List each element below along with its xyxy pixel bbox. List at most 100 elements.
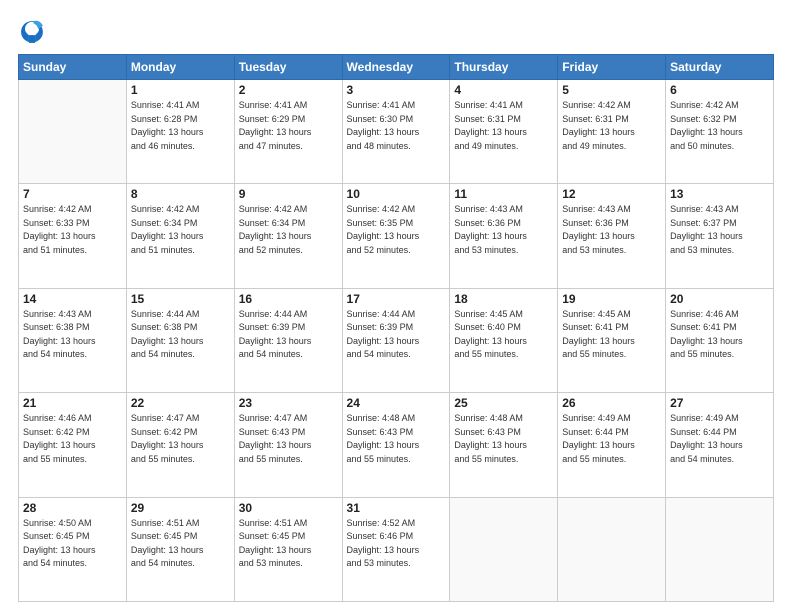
day-number: 8 — [131, 187, 230, 201]
day-number: 18 — [454, 292, 553, 306]
day-info: Sunrise: 4:46 AMSunset: 6:41 PMDaylight:… — [670, 308, 769, 362]
daylight-label: Daylight: 13 hours — [562, 231, 635, 241]
daylight-label: Daylight: 13 hours — [239, 545, 312, 555]
daylight-label: Daylight: 13 hours — [131, 545, 204, 555]
day-info: Sunrise: 4:41 AMSunset: 6:28 PMDaylight:… — [131, 99, 230, 153]
calendar-cell: 31Sunrise: 4:52 AMSunset: 6:46 PMDayligh… — [342, 497, 450, 601]
sunrise-label: Sunrise: 4:41 AM — [131, 100, 200, 110]
daylight-label: Daylight: 13 hours — [347, 440, 420, 450]
day-info: Sunrise: 4:43 AMSunset: 6:38 PMDaylight:… — [23, 308, 122, 362]
daylight-label: Daylight: 13 hours — [562, 440, 635, 450]
calendar-cell: 29Sunrise: 4:51 AMSunset: 6:45 PMDayligh… — [126, 497, 234, 601]
day-number: 9 — [239, 187, 338, 201]
calendar-cell: 20Sunrise: 4:46 AMSunset: 6:41 PMDayligh… — [666, 288, 774, 392]
sunrise-label: Sunrise: 4:52 AM — [347, 518, 416, 528]
day-number: 28 — [23, 501, 122, 515]
sunset-label: Sunset: 6:28 PM — [131, 114, 198, 124]
day-info: Sunrise: 4:44 AMSunset: 6:39 PMDaylight:… — [347, 308, 446, 362]
daylight-label: Daylight: 13 hours — [454, 336, 527, 346]
day-header-monday: Monday — [126, 55, 234, 80]
daylight-minutes: and 50 minutes. — [670, 141, 734, 151]
sunset-label: Sunset: 6:42 PM — [131, 427, 198, 437]
daylight-minutes: and 55 minutes. — [239, 454, 303, 464]
sunset-label: Sunset: 6:31 PM — [562, 114, 629, 124]
daylight-minutes: and 54 minutes. — [131, 558, 195, 568]
daylight-minutes: and 54 minutes. — [23, 558, 87, 568]
page: SundayMondayTuesdayWednesdayThursdayFrid… — [0, 0, 792, 612]
day-number: 24 — [347, 396, 446, 410]
calendar-cell: 5Sunrise: 4:42 AMSunset: 6:31 PMDaylight… — [558, 80, 666, 184]
calendar-cell — [450, 497, 558, 601]
calendar-cell: 26Sunrise: 4:49 AMSunset: 6:44 PMDayligh… — [558, 393, 666, 497]
calendar-cell: 16Sunrise: 4:44 AMSunset: 6:39 PMDayligh… — [234, 288, 342, 392]
day-header-thursday: Thursday — [450, 55, 558, 80]
sunrise-label: Sunrise: 4:45 AM — [454, 309, 523, 319]
daylight-label: Daylight: 13 hours — [562, 336, 635, 346]
day-number: 3 — [347, 83, 446, 97]
sunset-label: Sunset: 6:33 PM — [23, 218, 90, 228]
sunset-label: Sunset: 6:41 PM — [670, 322, 737, 332]
sunset-label: Sunset: 6:30 PM — [347, 114, 414, 124]
sunrise-label: Sunrise: 4:51 AM — [239, 518, 308, 528]
daylight-minutes: and 53 minutes. — [670, 245, 734, 255]
daylight-minutes: and 54 minutes. — [347, 349, 411, 359]
day-info: Sunrise: 4:48 AMSunset: 6:43 PMDaylight:… — [347, 412, 446, 466]
calendar-week-4: 21 Sunrise: 4:46 AMSunset: 6:42 PMDayligh… — [19, 393, 774, 497]
daylight-label: Daylight: 13 hours — [23, 231, 96, 241]
calendar-cell: 7Sunrise: 4:42 AMSunset: 6:33 PMDaylight… — [19, 184, 127, 288]
daylight-label: Daylight: 13 hours — [562, 127, 635, 137]
calendar-cell: 30Sunrise: 4:51 AMSunset: 6:45 PMDayligh… — [234, 497, 342, 601]
day-number: 22 — [131, 396, 230, 410]
calendar-cell: 13Sunrise: 4:43 AMSunset: 6:37 PMDayligh… — [666, 184, 774, 288]
day-info: Sunrise: 4:46 AMSunset: 6:42 PMDaylight:… — [23, 412, 122, 466]
daylight-minutes: and 53 minutes. — [454, 245, 518, 255]
sunrise-label: Sunrise: 4:47 AM — [131, 413, 200, 423]
calendar-cell: 25Sunrise: 4:48 AMSunset: 6:43 PMDayligh… — [450, 393, 558, 497]
day-number: 10 — [347, 187, 446, 201]
sunrise-label: Sunrise: 4:51 AM — [131, 518, 200, 528]
calendar-cell — [19, 80, 127, 184]
daylight-label: Daylight: 13 hours — [670, 231, 743, 241]
daylight-label: Daylight: 13 hours — [454, 127, 527, 137]
daylight-minutes: and 54 minutes. — [239, 349, 303, 359]
sunset-label: Sunset: 6:34 PM — [131, 218, 198, 228]
daylight-minutes: and 53 minutes. — [347, 558, 411, 568]
calendar-week-2: 7Sunrise: 4:42 AMSunset: 6:33 PMDaylight… — [19, 184, 774, 288]
daylight-minutes: and 55 minutes. — [562, 349, 626, 359]
day-info: Sunrise: 4:44 AMSunset: 6:39 PMDaylight:… — [239, 308, 338, 362]
daylight-minutes: and 55 minutes. — [131, 454, 195, 464]
day-info: Sunrise: 4:47 AMSunset: 6:42 PMDaylight:… — [131, 412, 230, 466]
sunset-label: Sunset: 6:38 PM — [131, 322, 198, 332]
daylight-minutes: and 51 minutes. — [23, 245, 87, 255]
calendar-cell — [666, 497, 774, 601]
daylight-minutes: and 48 minutes. — [347, 141, 411, 151]
sunrise-label: Sunrise: 4:44 AM — [347, 309, 416, 319]
sunrise-label: Sunrise: 4:43 AM — [670, 204, 739, 214]
day-info: Sunrise: 4:42 AMSunset: 6:34 PMDaylight:… — [131, 203, 230, 257]
day-number: 2 — [239, 83, 338, 97]
daylight-minutes: and 55 minutes. — [454, 349, 518, 359]
calendar-cell: 8 Sunrise: 4:42 AMSunset: 6:34 PMDaylight… — [126, 184, 234, 288]
calendar-header-row: SundayMondayTuesdayWednesdayThursdayFrid… — [19, 55, 774, 80]
day-header-sunday: Sunday — [19, 55, 127, 80]
sunrise-label: Sunrise: 4:44 AM — [239, 309, 308, 319]
day-info: Sunrise: 4:49 AMSunset: 6:44 PMDaylight:… — [562, 412, 661, 466]
day-number: 21 — [23, 396, 122, 410]
calendar-cell: 21 Sunrise: 4:46 AMSunset: 6:42 PMDayligh… — [19, 393, 127, 497]
sunset-label: Sunset: 6:32 PM — [670, 114, 737, 124]
sunset-label: Sunset: 6:45 PM — [131, 531, 198, 541]
day-info: Sunrise: 4:42 AMSunset: 6:32 PMDaylight:… — [670, 99, 769, 153]
calendar-cell: 27Sunrise: 4:49 AMSunset: 6:44 PMDayligh… — [666, 393, 774, 497]
calendar-cell: 2Sunrise: 4:41 AMSunset: 6:29 PMDaylight… — [234, 80, 342, 184]
sunrise-label: Sunrise: 4:41 AM — [347, 100, 416, 110]
daylight-minutes: and 53 minutes. — [562, 245, 626, 255]
logo — [18, 18, 50, 46]
day-number: 4 — [454, 83, 553, 97]
sunset-label: Sunset: 6:37 PM — [670, 218, 737, 228]
sunrise-label: Sunrise: 4:45 AM — [562, 309, 631, 319]
daylight-label: Daylight: 13 hours — [239, 440, 312, 450]
sunrise-label: Sunrise: 4:50 AM — [23, 518, 92, 528]
sunrise-label: Sunrise: 4:42 AM — [670, 100, 739, 110]
day-info: Sunrise: 4:41 AMSunset: 6:31 PMDaylight:… — [454, 99, 553, 153]
sunrise-label: Sunrise: 4:46 AM — [670, 309, 739, 319]
